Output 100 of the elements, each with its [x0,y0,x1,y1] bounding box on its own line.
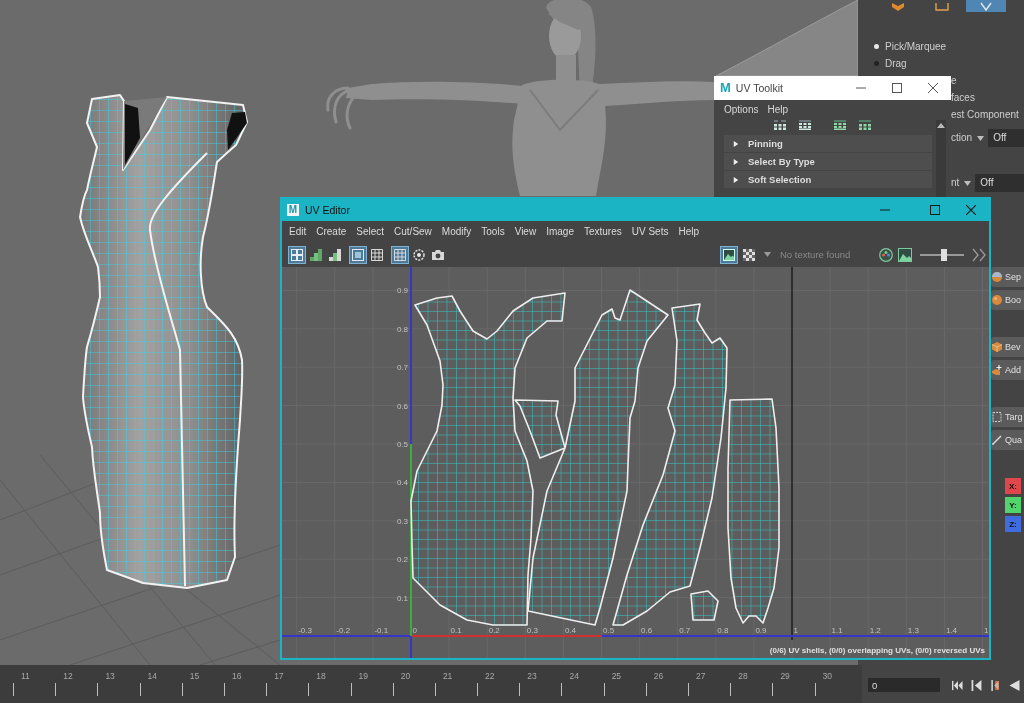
frame-number: 30 [822,671,833,681]
frame-number: 22 [485,671,495,681]
menu-item[interactable]: Tools [481,226,505,237]
uv-shell[interactable] [410,292,566,626]
uv-shell[interactable] [527,289,669,626]
section-header[interactable]: Pinning [724,135,932,152]
image-icon[interactable] [898,247,912,262]
uv-shell[interactable] [727,398,780,624]
window-title: UV Toolkit [735,82,783,94]
uv-canvas[interactable]: -0.3 -0.2 -0.1 0 0.1 0.2 0.3 0.4 0.5 0.6 0.7 0.8 0.9 1 1.1 1.2 1.3 1.4 1 0.9 0.8 0.7 0.6 0.5 0.4 0.3 0.2 0.1 (0/6) UV shells, (0/0) overlapping UVs, (0/0) reversed UVs [282,267,989,658]
scrollbar[interactable] [936,120,946,197]
caret-icon[interactable] [977,135,985,141]
u-axis-label: 0.6 [641,626,653,635]
cube-icon [992,342,1002,352]
u-axis-label: 1.1 [831,626,843,635]
grid-icon[interactable] [773,120,787,130]
timeline-ruler[interactable]: 11 12 13 14 15 16 17 18 19 20 21 22 23 24 25 26 27 28 29 30 [0,665,862,703]
menu-item[interactable]: Cut/Sew [394,226,432,237]
u-axis-label: 1.2 [869,626,881,635]
frame-number: 24 [569,671,579,681]
section-header[interactable]: Select By Type [724,153,932,170]
radio-label[interactable]: Pick/Marquee [885,40,947,53]
cube-plus-icon [992,365,1002,375]
tool-button[interactable]: Boo [991,290,1024,310]
key-back-icon [990,679,1001,691]
option-label: est Component [951,108,1019,121]
step-back-button[interactable] [969,678,984,692]
toolbar-button[interactable] [720,245,738,264]
caret-icon[interactable] [764,252,771,257]
v-axis-label: 0.3 [396,516,408,526]
tool-tab[interactable] [966,0,1006,12]
slider-thumb[interactable] [941,248,948,261]
grid-icon[interactable] [858,120,872,130]
toolbar-button[interactable] [288,245,306,264]
dashed-frame-icon [992,412,1002,422]
u-axis-label: 0.7 [679,626,691,635]
app-logo: M [720,81,731,95]
menu-item[interactable]: Image [546,226,574,237]
tool-button[interactable]: Sep [991,267,1024,287]
menu-item[interactable]: Select [356,226,385,237]
stairs-icon [329,248,341,261]
tool-button[interactable]: Targ [991,407,1024,427]
uv-shell[interactable] [612,303,728,626]
radio-label[interactable]: Drag [885,57,907,70]
u-axis-label: -0.2 [336,626,351,635]
maximize-icon [892,83,902,93]
u-axis-label: 0.3 [526,626,538,635]
tool-button[interactable]: Bev [991,337,1024,357]
window-title: UV Editor [305,204,350,216]
squares-grid-icon [291,248,303,261]
v-axis-label: 0.7 [396,363,408,373]
dropdown-field[interactable]: Off [975,174,1024,192]
toolbar-button[interactable] [349,245,367,264]
menu-item[interactable]: Textures [583,226,622,237]
frame-number: 14 [147,671,158,681]
frame-icon [352,248,364,261]
option-label: e [951,74,957,87]
menu-item[interactable]: Options [724,104,759,116]
section-header[interactable]: Soft Selection [724,171,932,188]
play-backwards-button[interactable] [1007,678,1022,692]
grid-icon[interactable] [833,120,847,130]
menu-item[interactable]: Modify [441,226,472,237]
scroll-up-icon[interactable] [937,123,945,128]
uv-shell[interactable] [514,399,566,459]
go-to-start-button[interactable] [950,678,965,692]
menu-item[interactable]: UV Sets [631,226,669,237]
dropdown-field[interactable]: Off [988,129,1024,147]
toolbar-button[interactable] [391,245,409,264]
frame-number: 26 [653,671,664,681]
checker-icon [743,248,755,261]
radio-button[interactable] [874,44,879,49]
menu-item[interactable]: Help [767,104,789,116]
color-wheel-icon[interactable] [879,247,893,262]
maximize-icon [930,205,940,215]
tool-button[interactable]: Qua [991,430,1024,450]
menu-item[interactable]: Edit [289,226,307,237]
option-label: ction [951,132,973,144]
menu-item[interactable]: View [514,226,537,237]
tool-button[interactable]: Add [991,360,1024,380]
play-back-icon [1009,679,1020,691]
radio-button[interactable] [874,61,879,66]
frame-number: 25 [611,671,622,681]
u-axis-label: 0.4 [564,626,577,635]
u-axis-label: 1 [984,626,989,635]
grid-icon [371,248,383,261]
caret-icon[interactable] [964,180,972,186]
u-axis-label: 0.8 [717,626,729,635]
current-frame-field[interactable]: 0 [868,678,940,692]
chevrons-icon[interactable] [972,247,986,262]
menu-item[interactable]: Create [316,226,347,237]
skip-start-icon [952,679,963,691]
menu-item[interactable]: Help [678,226,699,237]
v-axis-label: 0.1 [396,593,408,603]
grid-icon [394,248,406,261]
frame-number: 16 [231,671,242,681]
uv-shell[interactable] [690,590,719,621]
camera-icon [432,248,444,261]
frame-number: 13 [105,671,115,681]
grid-icon[interactable] [798,120,812,130]
u-axis-label: 1.4 [945,626,958,635]
